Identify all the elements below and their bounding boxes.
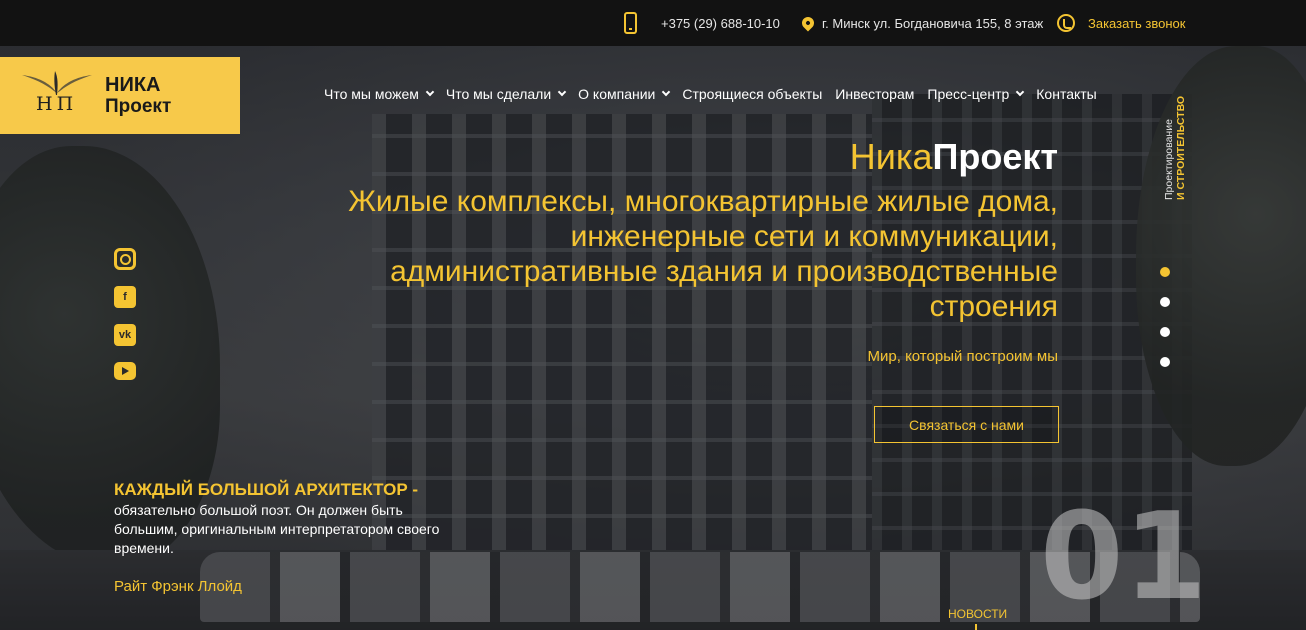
slide-number: 01 xyxy=(1040,488,1207,627)
instagram-icon[interactable] xyxy=(114,248,136,270)
logo-text: НИКА Проект xyxy=(105,74,171,118)
nav-label: О компании xyxy=(578,86,656,102)
phone-link[interactable]: +375 (29) 688-10-10 xyxy=(624,0,780,46)
side-label-line2: И СТРОИТЕЛЬСТВО xyxy=(1175,95,1187,200)
news-indicator xyxy=(975,624,977,630)
logo-line1: НИКА xyxy=(105,73,161,96)
logo[interactable]: НП НИКА Проект xyxy=(0,57,240,134)
side-label-line1: Проектирование xyxy=(1163,119,1175,200)
nav-label: Что мы сделали xyxy=(445,86,552,102)
logo-letters: НП xyxy=(36,93,78,115)
chevron-down-icon xyxy=(662,87,671,97)
logo-wings-icon xyxy=(22,71,92,95)
slider-dot-3[interactable] xyxy=(1160,327,1170,337)
location-pin-icon xyxy=(799,14,817,32)
nav-item-what-we-did[interactable]: Что мы сделали xyxy=(445,86,567,102)
hero-title-part1: Ника xyxy=(849,136,933,177)
vk-icon[interactable]: vk xyxy=(114,324,136,346)
contact-us-button[interactable]: Связаться с нами xyxy=(874,406,1059,443)
quote-author: Райт Фрэнк Ллойд xyxy=(114,578,242,595)
slider-dot-1[interactable] xyxy=(1160,267,1170,277)
hero-tagline: Мир, который построим мы xyxy=(867,348,1058,365)
nav-label: Строящиеся объекты xyxy=(682,86,823,102)
logo-mark: НП xyxy=(0,57,105,134)
nav-item-under-construction[interactable]: Строящиеся объекты xyxy=(682,86,822,102)
news-link[interactable]: НОВОСТИ xyxy=(948,607,1007,621)
quote-body: обязательно большой поэт. Он должен быть… xyxy=(114,502,440,556)
chevron-down-icon xyxy=(425,87,435,97)
address-text: г. Минск ул. Богдановича 155, 8 этаж xyxy=(822,15,1044,31)
phone-number: +375 (29) 688-10-10 xyxy=(661,15,780,31)
slider-dot-4[interactable] xyxy=(1160,357,1170,367)
side-label: Проектирование И СТРОИТЕЛЬСТВО xyxy=(1163,88,1193,200)
nav-label: Инвесторам xyxy=(835,86,915,102)
nav-label: Пресс-центр xyxy=(927,86,1010,102)
hero-subtitle: Жилые комплексы, многоквартирные жилые д… xyxy=(348,185,1058,323)
address: г. Минск ул. Богдановича 155, 8 этаж xyxy=(799,0,1044,46)
social-links: f vk xyxy=(114,248,136,396)
chevron-down-icon xyxy=(1016,87,1025,97)
callback-label: Заказать звонок xyxy=(1088,15,1186,31)
nav-item-what-we-can[interactable]: Что мы можем xyxy=(324,86,435,102)
slider-dots xyxy=(1160,267,1170,387)
chevron-down-icon xyxy=(557,87,567,97)
quote-title: КАЖДЫЙ БОЛЬШОЙ АРХИТЕКТОР - xyxy=(114,480,419,499)
facebook-icon[interactable]: f xyxy=(114,286,136,308)
nav-label: Что мы можем xyxy=(324,86,419,102)
nav-item-investors[interactable]: Инвесторам xyxy=(835,86,914,102)
nav-item-about[interactable]: О компании xyxy=(578,86,671,102)
logo-line2: Проект xyxy=(105,95,172,117)
main-nav: Что мы можем Что мы сделали О компании С… xyxy=(324,86,1097,102)
phone-icon xyxy=(624,12,637,34)
slider-dot-2[interactable] xyxy=(1160,297,1170,307)
callback-button[interactable]: Заказать звонок xyxy=(1057,0,1185,46)
nav-item-contacts[interactable]: Контакты xyxy=(1036,86,1096,102)
top-bar: +375 (29) 688-10-10 г. Минск ул. Богдано… xyxy=(0,0,1306,46)
callback-phone-icon xyxy=(1057,14,1075,32)
youtube-icon[interactable] xyxy=(114,362,136,380)
hero-title: НикаПроект xyxy=(850,136,1058,178)
nav-label: Контакты xyxy=(1036,86,1097,102)
nav-item-press[interactable]: Пресс-центр xyxy=(927,86,1025,102)
hero-title-part2: Проект xyxy=(932,136,1058,177)
